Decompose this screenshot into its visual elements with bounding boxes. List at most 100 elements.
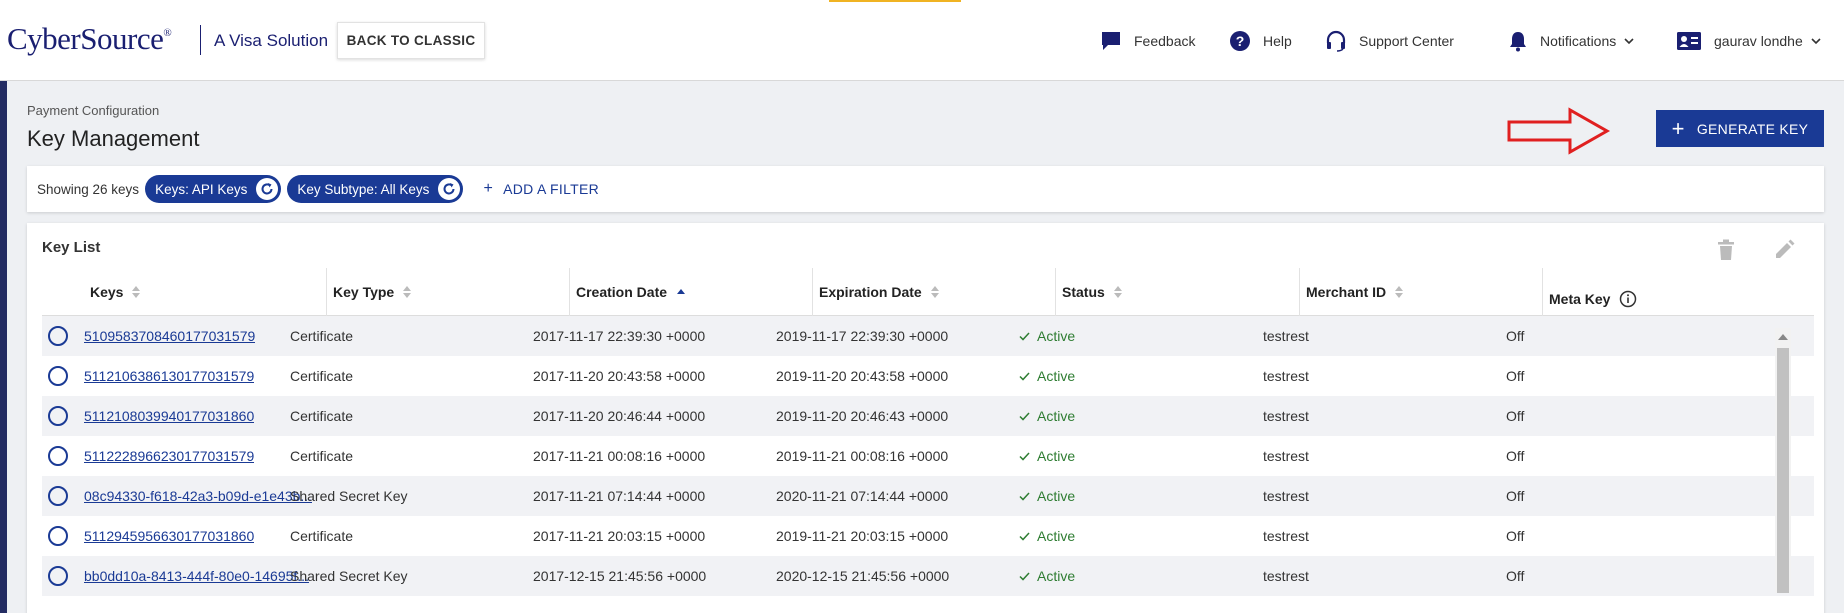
- scroll-up-arrow-icon[interactable]: [1778, 334, 1788, 340]
- table-row[interactable]: 08c94330-f618-42a3-b09d-e1e43b... Shared …: [42, 476, 1814, 516]
- breadcrumb[interactable]: Payment Configuration: [27, 103, 159, 118]
- creation-date-cell: 2017-11-20 20:46:44 +0000: [533, 408, 706, 424]
- reset-icon[interactable]: [438, 178, 461, 200]
- trash-icon: [1718, 239, 1734, 260]
- filter-bar: Showing 26 keys Keys: API Keys Key Subty…: [27, 166, 1824, 212]
- status-label: Active: [1037, 368, 1076, 384]
- expiration-date-cell: 2019-11-20 20:46:43 +0000: [776, 408, 949, 424]
- key-id-link[interactable]: 5112945956630177031860: [84, 528, 254, 544]
- merchant-id-cell: testrest: [1263, 328, 1309, 344]
- column-header-label: Expiration Date: [819, 284, 922, 300]
- notifications-label: Notifications: [1540, 33, 1617, 49]
- generate-key-label: GENERATE KEY: [1696, 120, 1809, 137]
- check-icon: [1019, 571, 1030, 581]
- table-scrollbar[interactable]: [1775, 328, 1791, 593]
- red-arrow-icon: [1507, 107, 1611, 155]
- row-select-radio[interactable]: [48, 566, 68, 586]
- user-name: gaurav londhe: [1714, 33, 1803, 49]
- info-icon[interactable]: [1619, 290, 1637, 308]
- table-row[interactable]: 5109583708460177031579 Certificate 2017-11…: [42, 316, 1814, 356]
- key-id-link[interactable]: 5112108039940177031860: [84, 408, 254, 424]
- merchant-id-cell: testrest: [1263, 448, 1309, 464]
- help-link[interactable]: ? Help: [1229, 26, 1292, 56]
- header-accent-bar: [829, 0, 961, 2]
- creation-date-cell: 2017-12-15 21:45:56 +0000: [533, 568, 707, 584]
- logo-divider: [200, 25, 201, 55]
- chevron-down-icon: [1624, 37, 1634, 44]
- support-center-label: Support Center: [1359, 33, 1454, 49]
- key-id-cell: 5112106386130177031579: [84, 356, 254, 396]
- expiration-date-cell: 2020-11-21 07:14:44 +0000: [776, 488, 949, 504]
- meta-key-cell: Off: [1506, 408, 1525, 424]
- status-label: Active: [1037, 528, 1076, 544]
- logo-subtitle: A Visa Solution: [214, 31, 329, 50]
- key-id-cell: 08c94330-f618-42a3-b09d-e1e43b...: [84, 476, 312, 516]
- key-id-link[interactable]: 5112228966230177031579: [84, 448, 254, 464]
- row-select-radio[interactable]: [48, 326, 68, 346]
- scrollbar-thumb[interactable]: [1777, 348, 1789, 593]
- column-header-label: Meta Key: [1549, 291, 1611, 307]
- check-icon: [1019, 531, 1030, 541]
- check-icon: [1019, 411, 1030, 421]
- creation-date-cell: 2017-11-17 22:39:30 +0000: [533, 328, 706, 344]
- column-header-creation-date[interactable]: Creation Date: [569, 268, 812, 316]
- column-header-key-type[interactable]: Key Type: [326, 268, 569, 316]
- key-type-cell: Certificate: [290, 528, 354, 544]
- table-row[interactable]: bb0dd10a-8413-444f-80e0-14695f... Shared …: [42, 556, 1814, 596]
- table-row[interactable]: 5112945956630177031860 Certificate 2017-11…: [42, 516, 1814, 556]
- key-id-link[interactable]: 5112106386130177031579: [84, 368, 254, 384]
- key-id-link[interactable]: 5109583708460177031579: [84, 328, 255, 344]
- row-select-radio[interactable]: [48, 526, 68, 546]
- row-select-radio[interactable]: [48, 406, 68, 426]
- column-header-expiration-date[interactable]: Expiration Date: [812, 268, 1055, 316]
- feedback-link[interactable]: Feedback: [1100, 26, 1195, 56]
- column-header-status[interactable]: Status: [1055, 268, 1299, 316]
- add-filter-button[interactable]: + ADD A FILTER: [483, 180, 599, 198]
- user-menu[interactable]: gaurav londhe: [1676, 26, 1821, 56]
- main-content: Payment Configuration Key Management + G…: [0, 81, 1844, 613]
- key-id-cell: bb0dd10a-8413-444f-80e0-14695f...: [84, 556, 309, 596]
- column-header-merchant-id[interactable]: Merchant ID: [1299, 268, 1542, 316]
- row-select-radio[interactable]: [48, 366, 68, 386]
- logo-registered-mark: ®: [163, 27, 172, 39]
- table-row[interactable]: 5112108039940177031860 Certificate 2017-11…: [42, 396, 1814, 436]
- user-card-icon: [1677, 32, 1701, 50]
- key-id-link[interactable]: 08c94330-f618-42a3-b09d-e1e43b...: [84, 488, 312, 504]
- row-select-radio[interactable]: [48, 486, 68, 506]
- key-type-cell: Certificate: [290, 448, 354, 464]
- sort-icon: [1395, 286, 1404, 298]
- row-select-cell: [48, 396, 68, 436]
- column-header-label: Merchant ID: [1306, 284, 1387, 300]
- status-label: Active: [1037, 448, 1076, 464]
- row-select-cell: [48, 516, 68, 556]
- delete-button[interactable]: [1717, 239, 1735, 266]
- column-header-keys[interactable]: Keys: [84, 268, 326, 316]
- status-cell: Active: [1019, 556, 1075, 596]
- expiration-date-cell: 2019-11-21 00:08:16 +0000: [776, 448, 949, 464]
- back-to-classic-button[interactable]: BACK TO CLASSIC: [337, 22, 485, 59]
- reset-icon[interactable]: [256, 178, 279, 200]
- column-header-label: Keys: [90, 284, 124, 300]
- support-center-link[interactable]: Support Center: [1325, 26, 1454, 56]
- filter-chip-keys[interactable]: Keys: API Keys: [145, 175, 282, 203]
- generate-key-button[interactable]: + GENERATE KEY: [1656, 110, 1824, 147]
- status-label: Active: [1037, 488, 1076, 504]
- notifications-menu[interactable]: Notifications: [1508, 26, 1634, 56]
- row-select-radio[interactable]: [48, 446, 68, 466]
- check-icon: [1019, 371, 1030, 381]
- column-header-label: Status: [1062, 284, 1105, 300]
- meta-key-cell: Off: [1506, 448, 1525, 464]
- filter-chip-key-subtype[interactable]: Key Subtype: All Keys: [287, 175, 464, 203]
- expiration-date-cell: 2019-11-21 20:03:15 +0000: [776, 528, 949, 544]
- column-header-label: Key Type: [333, 284, 395, 300]
- meta-key-cell: Off: [1506, 568, 1525, 584]
- key-id-cell: 5112945956630177031860: [84, 516, 254, 556]
- sort-icon: [132, 286, 141, 298]
- key-type-cell: Certificate: [290, 408, 354, 424]
- table-row[interactable]: 5112106386130177031579 Certificate 2017-11…: [42, 356, 1814, 396]
- key-id-link[interactable]: bb0dd10a-8413-444f-80e0-14695f...: [84, 568, 309, 584]
- edit-button[interactable]: [1773, 239, 1795, 266]
- cybersource-logo[interactable]: CyberSource®: [7, 21, 172, 57]
- status-label: Active: [1037, 568, 1076, 584]
- table-row[interactable]: 5112228966230177031579 Certificate 2017-11…: [42, 436, 1814, 476]
